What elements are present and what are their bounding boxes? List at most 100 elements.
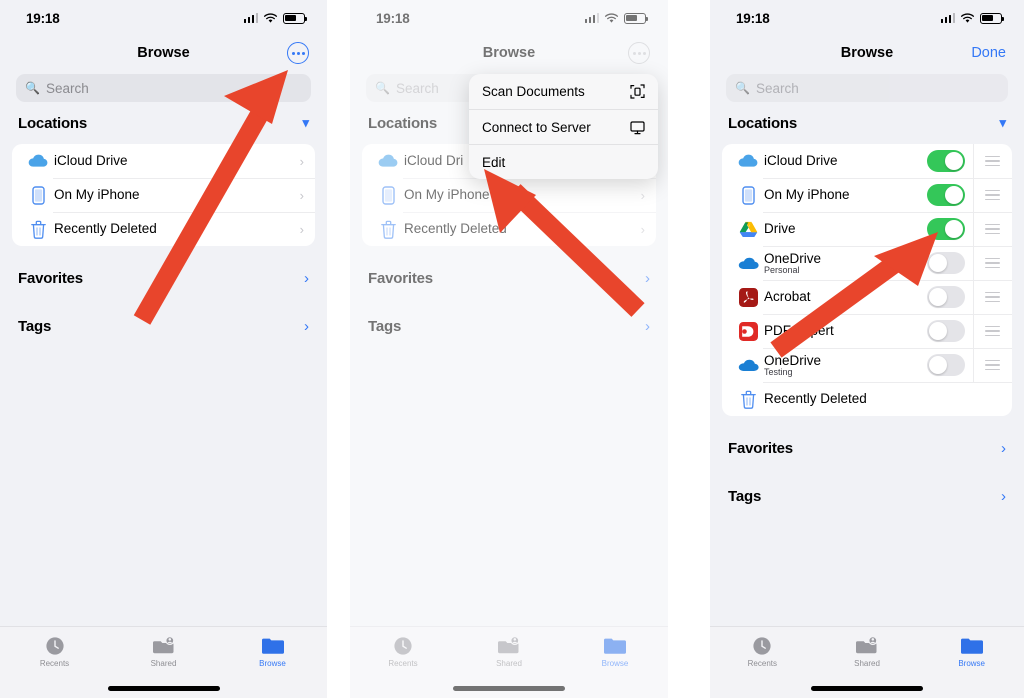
chevron-right-icon: ›: [640, 221, 645, 237]
nav-bar: Browse: [0, 36, 327, 70]
section-header-locations[interactable]: Locations ▾: [710, 102, 1024, 144]
section-header-locations[interactable]: Locations ▾: [0, 102, 327, 144]
wifi-icon: [960, 12, 975, 23]
status-time: 19:18: [376, 10, 410, 26]
search-placeholder: Search: [755, 80, 799, 96]
list-item[interactable]: Acrobat: [722, 280, 1012, 314]
chevron-down-icon[interactable]: ▾: [999, 115, 1006, 131]
shared-folder-icon: [498, 636, 520, 654]
menu-item-label: Scan Documents: [482, 84, 585, 99]
acrobat-icon: [735, 287, 761, 307]
chevron-right-icon[interactable]: ›: [1001, 440, 1006, 457]
drag-handle-icon[interactable]: [973, 212, 1001, 246]
chevron-right-icon[interactable]: ›: [304, 318, 309, 335]
toggle-on-my-iphone[interactable]: [927, 184, 965, 206]
tab-recents[interactable]: Recents: [710, 627, 815, 698]
menu-item-scan-documents[interactable]: Scan Documents: [469, 74, 658, 109]
list-item[interactable]: Recently Deleted ›: [362, 212, 656, 246]
toggle-drive[interactable]: [927, 218, 965, 240]
context-menu: Scan Documents Connect to Server Edit: [469, 74, 658, 179]
list-item[interactable]: On My iPhone: [722, 178, 1012, 212]
iphone-icon: [375, 185, 401, 205]
toggle-onedrive-testing[interactable]: [927, 354, 965, 376]
search-input[interactable]: 🔍 Search: [16, 74, 311, 102]
menu-item-edit[interactable]: Edit: [469, 144, 658, 179]
list-item[interactable]: iCloud Drive ›: [12, 144, 315, 178]
section-tags[interactable]: Tags ›: [0, 302, 327, 350]
status-indicators: [940, 12, 1005, 24]
toggle-onedrive-personal[interactable]: [927, 252, 965, 274]
section-title: Favorites: [368, 269, 433, 287]
tab-browse[interactable]: Browse: [562, 627, 668, 698]
drag-handle-icon[interactable]: [973, 178, 1001, 212]
page-title: Browse: [840, 45, 894, 61]
trash-icon: [25, 220, 51, 239]
chevron-down-icon[interactable]: ▾: [302, 115, 309, 131]
list-item[interactable]: On My iPhone ›: [12, 178, 315, 212]
list-item[interactable]: OneDrive Testing: [722, 348, 1012, 382]
home-indicator: [811, 686, 923, 691]
chevron-right-icon[interactable]: ›: [645, 270, 650, 287]
list-item[interactable]: Recently Deleted ›: [12, 212, 315, 246]
drag-handle-icon[interactable]: [973, 144, 1001, 178]
search-container: 🔍 Search: [0, 70, 327, 102]
status-indicators: [584, 12, 649, 24]
section-title: Locations: [728, 114, 798, 132]
status-bar: 19:18: [710, 0, 1024, 36]
list-item[interactable]: Recently Deleted: [722, 382, 1012, 416]
folder-icon: [604, 638, 626, 654]
menu-item-connect-to-server[interactable]: Connect to Server: [469, 109, 658, 144]
section-favorites[interactable]: Favorites ›: [710, 424, 1024, 472]
list-item-label: iCloud Drive: [764, 153, 838, 169]
chevron-right-icon[interactable]: ›: [645, 318, 650, 335]
list-item-label: On My iPhone: [54, 187, 140, 203]
drag-handle-icon[interactable]: [973, 280, 1001, 314]
toggle-acrobat[interactable]: [927, 286, 965, 308]
list-item-label: On My iPhone: [764, 187, 850, 203]
section-title: Tags: [368, 317, 402, 335]
done-button[interactable]: Done: [971, 45, 1006, 61]
search-placeholder: Search: [395, 80, 439, 96]
drag-handle-icon[interactable]: [973, 314, 1001, 348]
section-tags[interactable]: Tags ›: [350, 302, 668, 350]
list-item[interactable]: On My iPhone ›: [362, 178, 656, 212]
page-title: Browse: [137, 45, 190, 61]
nav-right-actions: [628, 42, 650, 64]
search-icon: 🔍: [375, 81, 390, 95]
chevron-right-icon: ›: [299, 187, 304, 203]
list-item[interactable]: Drive: [722, 212, 1012, 246]
chevron-right-icon[interactable]: ›: [304, 270, 309, 287]
toggle-pdf-expert[interactable]: [927, 320, 965, 342]
chevron-right-icon[interactable]: ›: [1001, 488, 1006, 505]
tab-recents[interactable]: Recents: [350, 627, 456, 698]
tab-label: Recents: [39, 659, 70, 668]
more-options-button[interactable]: [287, 42, 309, 64]
list-item[interactable]: iCloud Drive: [722, 144, 1012, 178]
section-favorites[interactable]: Favorites ›: [0, 254, 327, 302]
list-item-title: OneDrive: [764, 250, 822, 266]
cellular-signal-icon: [940, 13, 955, 23]
drag-handle-icon[interactable]: [973, 246, 1001, 280]
toggle-icloud-drive[interactable]: [927, 150, 965, 172]
list-item-subtitle: Testing: [764, 367, 793, 378]
tab-browse[interactable]: Browse: [218, 627, 327, 698]
search-icon: 🔍: [735, 81, 750, 95]
section-favorites[interactable]: Favorites ›: [350, 254, 668, 302]
shared-folder-icon: [152, 636, 174, 654]
tab-recents[interactable]: Recents: [0, 627, 109, 698]
wifi-icon: [263, 12, 278, 23]
screenshot-stage: 19:18 Browse 🔍 Search Locations ▾ iCloud…: [0, 0, 1024, 698]
more-options-button[interactable]: [628, 42, 650, 64]
search-input[interactable]: 🔍 Search: [726, 74, 1008, 102]
tab-label: Browse: [259, 659, 286, 668]
drag-handle-icon[interactable]: [973, 348, 1001, 382]
page-title: Browse: [482, 45, 536, 61]
status-time: 19:18: [736, 10, 770, 26]
nav-bar: Browse: [350, 36, 668, 70]
tab-browse[interactable]: Browse: [919, 627, 1024, 698]
list-item[interactable]: OneDrive Personal: [722, 246, 1012, 280]
section-tags[interactable]: Tags ›: [710, 472, 1024, 520]
icloud-icon: [25, 154, 51, 168]
section-title: Favorites: [728, 439, 793, 457]
list-item[interactable]: PDF Expert: [722, 314, 1012, 348]
